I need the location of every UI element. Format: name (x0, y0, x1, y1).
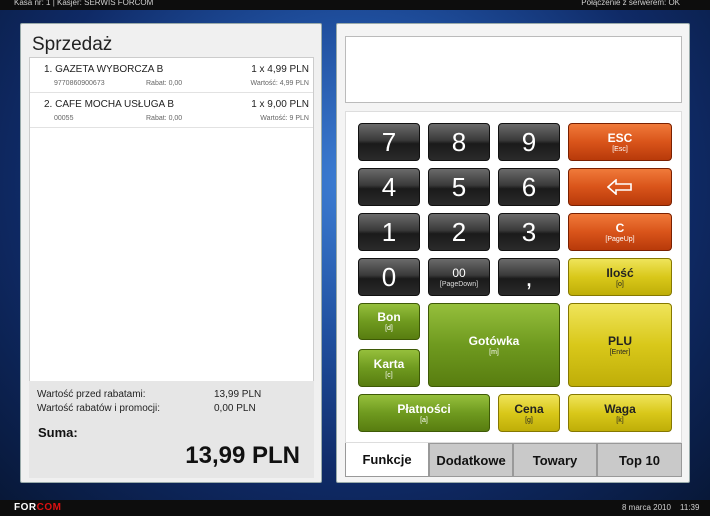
keypad-panel: 7 8 9 ESC [Esc] 4 5 6 1 2 3 C [PageUp] 0… (336, 23, 690, 483)
key-7[interactable]: 7 (358, 123, 420, 161)
quantity-shortcut: [o] (616, 280, 624, 288)
key-comma-label: , (525, 262, 533, 292)
cashier-info: Kasa nr: 1 | Kasjer: SERWIS FORCOM (14, 0, 154, 7)
plu-label: PLU (608, 333, 632, 348)
item-code: 9770860900673 (54, 80, 105, 87)
input-display (345, 36, 682, 103)
sale-summary: Wartość przed rabatami: 13,99 PLN Wartoś… (29, 381, 314, 478)
key-7-label: 7 (381, 127, 397, 157)
key-2[interactable]: 2 (428, 213, 490, 251)
key-3[interactable]: 3 (498, 213, 560, 251)
item-qty-price: 1 x 4,99 PLN (251, 64, 309, 75)
bottom-status-bar: FORCOM 8 marca 2010 11:39 (0, 500, 710, 516)
key-0[interactable]: 0 (358, 258, 420, 296)
key-5[interactable]: 5 (428, 168, 490, 206)
list-item[interactable]: 2. CAFE MOCHA USŁUGA B 1 x 9,00 PLN 0005… (30, 93, 313, 128)
weight-label: Waga (604, 401, 636, 416)
esc-button[interactable]: ESC [Esc] (568, 123, 672, 161)
discount-value: 0,00 PLN (214, 403, 256, 414)
clear-button[interactable]: C [PageUp] (568, 213, 672, 251)
key-8[interactable]: 8 (428, 123, 490, 161)
top-status-bar: Kasa nr: 1 | Kasjer: SERWIS FORCOM Połąc… (0, 0, 710, 10)
key-6[interactable]: 6 (498, 168, 560, 206)
before-discount-label: Wartość przed rabatami: (37, 389, 146, 400)
item-discount: Rabat: 0,00 (146, 115, 183, 122)
sale-items-list[interactable]: 1. GAZETA WYBORCZA B 1 x 4,99 PLN 977086… (29, 57, 314, 405)
key-00[interactable]: 00 [PageDown] (428, 258, 490, 296)
voucher-label: Bon (377, 310, 401, 324)
sale-title: Sprzedaż (32, 34, 113, 55)
key-2-label: 2 (451, 217, 467, 247)
clear-shortcut: [PageUp] (605, 235, 635, 243)
key-1[interactable]: 1 (358, 213, 420, 251)
total-label: Suma: (38, 425, 78, 440)
price-shortcut: [g] (525, 416, 533, 424)
voucher-button[interactable]: Bon [d] (358, 303, 420, 340)
forcom-logo: FORCOM (14, 500, 61, 516)
cash-shortcut: [m] (489, 348, 499, 356)
payments-button[interactable]: Płatności [a] (358, 394, 490, 432)
key-00-label: 00 (452, 265, 466, 280)
quantity-label: Ilość (606, 265, 634, 280)
logo-main: FOR (14, 502, 37, 513)
logo-accent: COM (36, 502, 62, 513)
cash-button[interactable]: Gotówka [m] (428, 303, 560, 387)
card-shortcut: [c] (385, 371, 393, 379)
item-discount: Rabat: 0,00 (146, 80, 183, 87)
item-value: Wartość: 4,99 PLN (250, 80, 310, 87)
key-9-label: 9 (521, 127, 537, 157)
status-date: 8 marca 2010 (622, 503, 671, 512)
function-tabs: Funkcje Dodatkowe Towary Top 10 (345, 443, 682, 477)
key-comma[interactable]: , (498, 258, 560, 296)
key-1-label: 1 (381, 217, 397, 247)
item-code: 00055 (54, 115, 74, 122)
card-label: Karta (373, 356, 405, 371)
weight-shortcut: [k] (616, 416, 624, 424)
backspace-button[interactable] (568, 168, 672, 206)
price-button[interactable]: Cena [g] (498, 394, 560, 432)
key-8-label: 8 (451, 127, 467, 157)
total-value: 13,99 PLN (185, 442, 300, 469)
key-6-label: 6 (521, 172, 537, 202)
list-item[interactable]: 1. GAZETA WYBORCZA B 1 x 4,99 PLN 977086… (30, 58, 313, 93)
tab-towary[interactable]: Towary (513, 443, 597, 477)
key-4-label: 4 (381, 172, 397, 202)
price-label: Cena (514, 401, 544, 416)
tab-funkcje[interactable]: Funkcje (345, 443, 429, 477)
quantity-button[interactable]: Ilość [o] (568, 258, 672, 296)
key-4[interactable]: 4 (358, 168, 420, 206)
key-5-label: 5 (451, 172, 467, 202)
cash-label: Gotówka (468, 333, 520, 348)
server-status: Połączenie z serwerem: OK (581, 0, 680, 7)
tab-top10[interactable]: Top 10 (597, 443, 682, 477)
keypad: 7 8 9 ESC [Esc] 4 5 6 1 2 3 C [PageUp] 0… (345, 111, 682, 443)
status-time: 11:39 (680, 503, 700, 512)
plu-button[interactable]: PLU [Enter] (568, 303, 672, 387)
key-00-shortcut: [PageDown] (439, 280, 479, 288)
sale-panel: Sprzedaż 1. GAZETA WYBORCZA B 1 x 4,99 P… (20, 23, 322, 483)
weight-button[interactable]: Waga [k] (568, 394, 672, 432)
item-name: 1. GAZETA WYBORCZA B (44, 64, 164, 75)
item-qty-price: 1 x 9,00 PLN (251, 99, 309, 110)
payments-label: Płatności (397, 401, 451, 416)
arrow-left-icon (607, 179, 632, 195)
before-discount-value: 13,99 PLN (214, 389, 262, 400)
item-name: 2. CAFE MOCHA USŁUGA B (44, 99, 175, 110)
card-button[interactable]: Karta [c] (358, 349, 420, 387)
payments-shortcut: [a] (420, 416, 428, 424)
key-0-label: 0 (381, 262, 397, 292)
voucher-shortcut: [d] (385, 325, 393, 332)
esc-shortcut: [Esc] (612, 145, 628, 153)
discount-label: Wartość rabatów i promocji: (37, 403, 160, 414)
plu-shortcut: [Enter] (609, 348, 631, 356)
item-value: Wartość: 9 PLN (260, 115, 309, 122)
key-3-label: 3 (521, 217, 537, 247)
clear-label: C (615, 220, 625, 235)
esc-label: ESC (607, 130, 633, 145)
key-9[interactable]: 9 (498, 123, 560, 161)
tab-dodatkowe[interactable]: Dodatkowe (429, 443, 513, 477)
